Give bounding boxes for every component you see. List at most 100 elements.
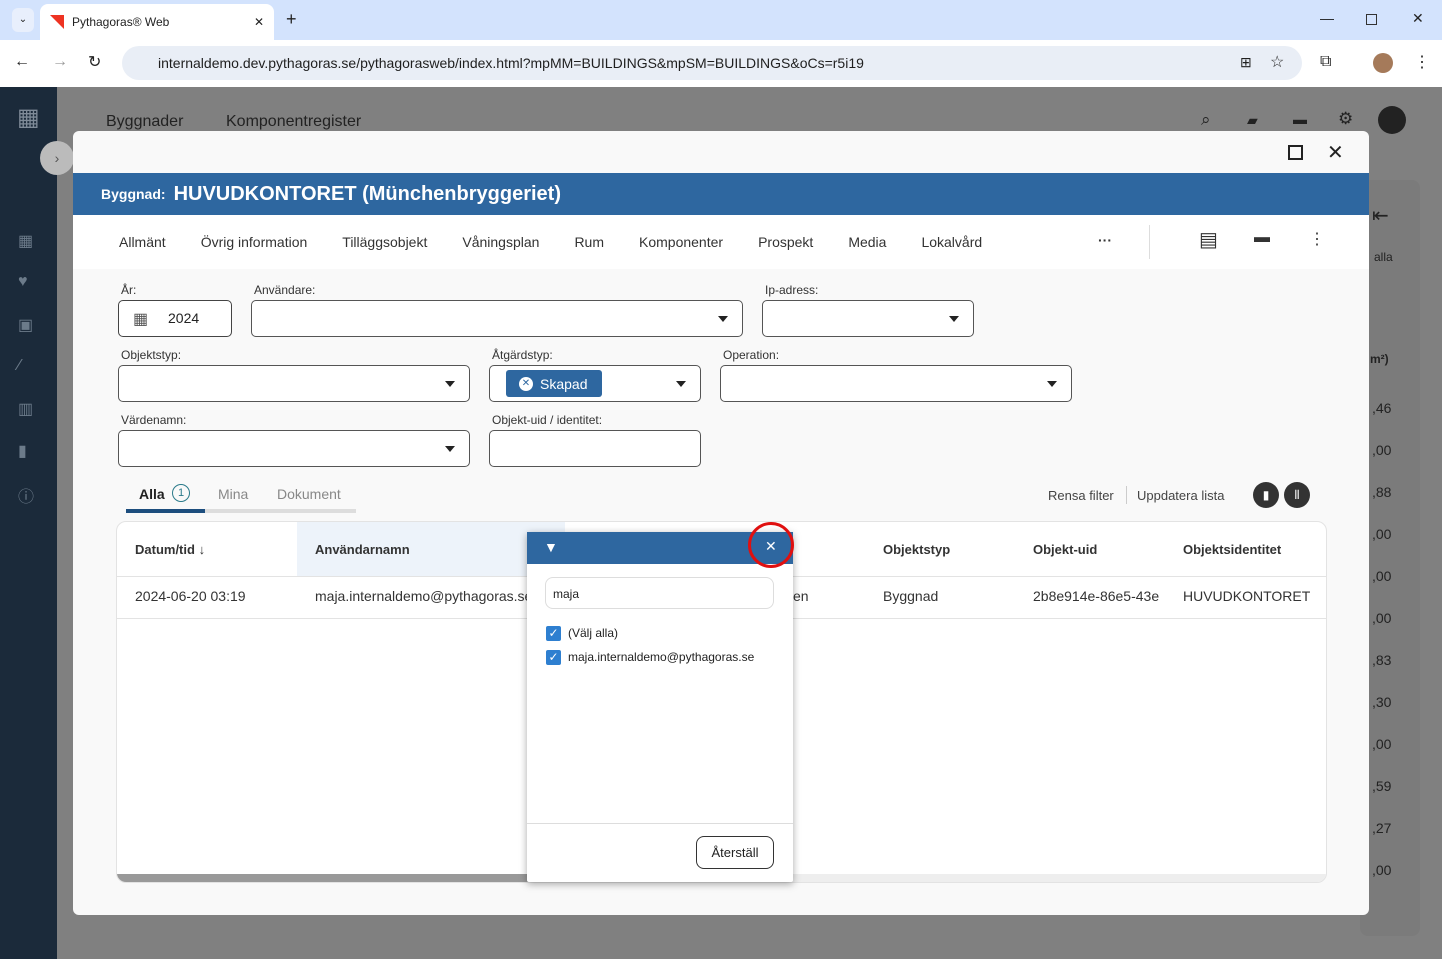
chart-icon[interactable]: ▮ <box>18 441 27 461</box>
chevron-down-icon <box>718 316 728 322</box>
close-window-button[interactable]: ✕ <box>1412 10 1424 27</box>
reset-button[interactable]: Återställ <box>696 836 774 869</box>
nav-komponentregister[interactable]: Komponentregister <box>226 113 361 131</box>
tab-vaningsplan[interactable]: Våningsplan <box>462 234 539 250</box>
tab-ovrig-information[interactable]: Övrig information <box>201 234 308 250</box>
tab-prospekt[interactable]: Prospekt <box>758 234 813 250</box>
nav-byggnader[interactable]: Byggnader <box>106 113 183 131</box>
valuename-label: Värdenamn: <box>121 413 186 427</box>
column-header-identity[interactable]: Objektsidentitet <box>1183 542 1281 557</box>
clear-filter-button[interactable]: Rensa filter <box>1048 488 1114 503</box>
columns-button[interactable]: ⦀ <box>1284 482 1310 508</box>
bookmark-button[interactable]: ▮ <box>1253 482 1279 508</box>
tab-media[interactable]: Media <box>848 234 886 250</box>
modal-header: Byggnad: HUVUDKONTORET (Münchenbryggerie… <box>73 173 1369 215</box>
action-select[interactable]: ✕ Skapad <box>489 365 701 402</box>
cell-identity: HUVUDKONTORET <box>1183 588 1310 604</box>
profile-avatar[interactable] <box>1373 53 1393 73</box>
bg-column-header: m²) <box>1370 352 1389 366</box>
gear-icon[interactable]: ⚙ <box>1338 109 1353 129</box>
select-all-option[interactable]: ✓ (Välj alla) <box>546 626 618 641</box>
close-modal-button[interactable]: ✕ <box>1327 140 1344 165</box>
operation-select[interactable] <box>720 365 1072 402</box>
option-label: (Välj alla) <box>568 626 618 641</box>
tab-lokalvard[interactable]: Lokalvård <box>921 234 982 250</box>
translate-icon[interactable]: ⊞ <box>1240 54 1252 71</box>
brush-icon[interactable]: ⁄ <box>18 357 21 375</box>
tab-allmant[interactable]: Allmänt <box>119 234 166 250</box>
minimize-button[interactable]: — <box>1320 10 1334 26</box>
bg-value: ,30 <box>1372 694 1391 710</box>
ip-select[interactable] <box>762 300 974 337</box>
user-label: Användare: <box>254 283 315 297</box>
count-badge: 1 <box>172 484 190 502</box>
column-header-datetime[interactable]: Datum/tid ↓ <box>135 542 205 557</box>
extensions-icon[interactable]: ⧉ <box>1320 53 1331 71</box>
url-input[interactable]: internaldemo.dev.pythagoras.se/pythagora… <box>122 46 1302 80</box>
tab-mina[interactable]: Mina <box>218 486 248 502</box>
building-icon[interactable]: ▥ <box>18 399 33 419</box>
tab-rum[interactable]: Rum <box>574 234 604 250</box>
valuename-select[interactable] <box>118 430 470 467</box>
chevron-down-icon <box>949 316 959 322</box>
star-icon[interactable]: ☆ <box>1270 52 1284 72</box>
url-text: internaldemo.dev.pythagoras.se/pythagora… <box>158 55 864 71</box>
info-icon[interactable]: ⓘ <box>18 483 34 507</box>
objtype-select[interactable] <box>118 365 470 402</box>
expand-sidebar-button[interactable]: › <box>40 141 74 175</box>
tab-list-button[interactable]: ⌄ <box>12 8 34 32</box>
reload-icon[interactable]: ↻ <box>88 52 101 72</box>
user-select[interactable] <box>251 300 743 337</box>
clipboard-icon[interactable]: ▤ <box>1199 227 1218 252</box>
title-prefix: Byggnad: <box>101 186 166 202</box>
calendar-icon[interactable]: ▦ <box>133 309 148 329</box>
exit-icon[interactable]: ⇤ <box>1372 203 1389 228</box>
app-sidebar: ▦ › ▦ ♥ ▣ ⁄ ▥ ▮ ⓘ <box>0 87 57 959</box>
refresh-list-button[interactable]: Uppdatera lista <box>1137 488 1224 503</box>
year-input[interactable]: ▦ 2024 <box>118 300 232 337</box>
browser-tab[interactable]: Pythagoras® Web ✕ <box>40 4 274 40</box>
cell-uid: 2b8e914e-86e5-43e <box>1033 588 1159 604</box>
objtype-label: Objektstyp: <box>121 348 181 362</box>
user-option[interactable]: ✓ maja.internaldemo@pythagoras.se <box>546 650 754 665</box>
more-tabs-button[interactable]: ··· <box>1098 232 1112 248</box>
column-header-username[interactable]: Användarnamn <box>315 542 410 557</box>
option-label: maja.internaldemo@pythagoras.se <box>568 650 754 665</box>
browser-tab-bar: ⌄ Pythagoras® Web ✕ + — ✕ <box>0 0 1442 40</box>
filter-search-input[interactable]: maja <box>545 577 774 609</box>
tab-dokument[interactable]: Dokument <box>277 486 341 502</box>
handshake-icon[interactable]: ♥ <box>18 273 28 291</box>
chat-icon[interactable]: ▬ <box>1293 111 1307 127</box>
user-avatar[interactable] <box>1378 106 1406 134</box>
column-header-objtype[interactable]: Objektstyp <box>883 542 950 557</box>
column-header-uid[interactable]: Objekt-uid <box>1033 542 1097 557</box>
bg-value: ,00 <box>1372 610 1391 626</box>
table-icon[interactable]: ▦ <box>18 231 33 251</box>
modal-title: HUVUDKONTORET (Münchenbryggeriet) <box>174 183 561 206</box>
comment-icon[interactable]: ▬ <box>1254 229 1270 247</box>
pythagoras-logo-icon <box>50 15 64 29</box>
checkbox-checked-icon[interactable]: ✓ <box>546 650 561 665</box>
uid-input[interactable] <box>489 430 701 467</box>
kebab-menu-icon[interactable]: ⋮ <box>1309 229 1325 249</box>
remove-chip-icon[interactable]: ✕ <box>519 377 533 391</box>
search-icon[interactable]: ⌕ <box>1201 110 1211 130</box>
tab-komponenter[interactable]: Komponenter <box>639 234 723 250</box>
book-icon[interactable]: ▰ <box>1247 112 1258 129</box>
new-tab-button[interactable]: + <box>286 9 297 30</box>
apps-grid-icon[interactable]: ▦ <box>17 103 40 132</box>
back-icon[interactable]: ← <box>14 53 30 71</box>
bg-value: ,83 <box>1372 652 1391 668</box>
forward-icon[interactable]: → <box>52 53 68 71</box>
browser-menu-icon[interactable]: ⋮ <box>1414 52 1430 72</box>
checkbox-checked-icon[interactable]: ✓ <box>546 626 561 641</box>
clipboard-icon[interactable]: ▣ <box>18 315 33 335</box>
chevron-down-icon <box>1047 381 1057 387</box>
maximize-button[interactable] <box>1366 14 1377 25</box>
header-label: Datum/tid <box>135 542 195 557</box>
tab-tillaggsobjekt[interactable]: Tilläggsobjekt <box>342 234 427 250</box>
tab-alla[interactable]: Alla <box>139 486 165 502</box>
close-tab-icon[interactable]: ✕ <box>254 15 264 29</box>
maximize-modal-button[interactable] <box>1288 145 1303 160</box>
action-chip: ✕ Skapad <box>506 370 602 397</box>
